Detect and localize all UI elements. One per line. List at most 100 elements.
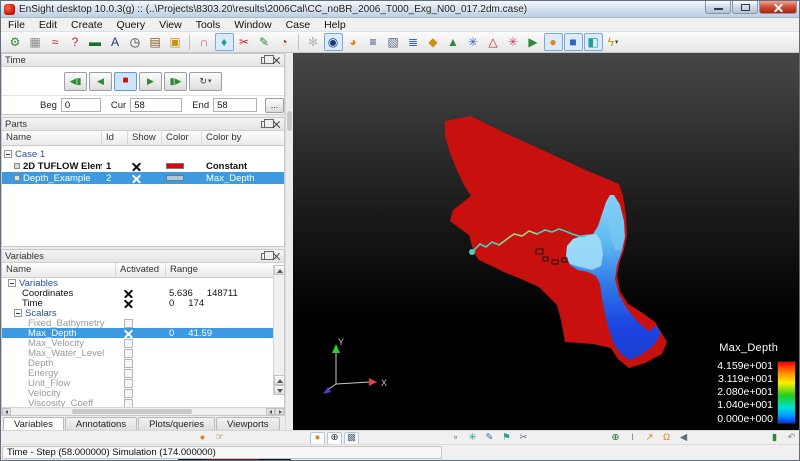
part-color-swatch[interactable] [166,163,184,169]
viewport-screen-icon[interactable]: ▬ [86,33,105,51]
horizontal-scrollbar[interactable] [2,407,284,415]
toolbox-icon[interactable]: ▣ [166,33,185,51]
step-to-begin-button[interactable]: ◀▮ [64,72,87,91]
clip-plane-icon[interactable]: ▧ [384,33,403,51]
variable-row-velocity[interactable]: Velocity [2,388,284,398]
view-eye-icon[interactable]: ◉ [324,33,343,51]
splitter-handle[interactable] [287,111,292,131]
stopwatch-icon[interactable]: ◔ [275,33,294,51]
flag-tool-icon[interactable]: ⚑ [499,432,514,445]
time-browse-button[interactable]: ... [265,98,284,113]
menu-help[interactable]: Help [317,18,353,32]
collapse-icon[interactable] [8,279,16,287]
scroll-down-button[interactable] [274,385,285,395]
close-panel-icon[interactable] [273,121,280,128]
col-color-by[interactable]: Color by [202,131,284,145]
variable-row-energy[interactable]: Energy [2,368,284,378]
part-color-swatch[interactable] [166,175,184,181]
tab-plots-queries[interactable]: Plots/queries [138,417,215,431]
activated-check-icon[interactable] [124,289,133,298]
render-viewport[interactable]: Y X Max_Depth 4.159e+001 3.119e+001 2.08… [293,53,800,430]
variables-panel-header[interactable]: Variables [2,250,284,263]
float-panel-icon[interactable] [261,121,269,128]
sphere-tool-icon[interactable]: ● [544,33,563,51]
splat-tool-icon[interactable]: ✳ [465,432,480,445]
menu-case[interactable]: Case [279,18,318,32]
paint-bucket-icon[interactable]: ◧ [584,33,603,51]
maximize-button[interactable] [732,1,758,14]
trace-pencil-icon[interactable]: ✎ [255,33,274,51]
float-panel-icon[interactable] [261,57,269,64]
activated-check-icon[interactable] [124,329,133,338]
probe-icon[interactable]: ∩ [195,33,214,51]
clip-scissors-icon[interactable]: ✂ [235,33,254,51]
time-panel-header[interactable]: Time [2,54,284,67]
variable-row-max-depth[interactable]: Max_Depth 041.59 [2,328,284,338]
tensor-glyphs-icon[interactable]: ✳ [504,33,523,51]
color-wheel-icon[interactable]: ◕ [344,33,363,51]
green-toggle-icon[interactable]: ▮ [767,432,782,445]
frame-transform-icon[interactable]: ▩ [344,432,359,445]
close-panel-icon[interactable] [273,57,280,64]
back-tool-icon[interactable]: ◀ [676,432,691,445]
activated-checkbox[interactable] [124,339,133,348]
variable-row-time[interactable]: Time 0174 [2,298,284,308]
variable-row-fixed-bathymetry[interactable]: Fixed_Bathymetry [2,318,284,328]
scroll-up-button[interactable] [274,375,285,385]
col-name[interactable]: Name [2,131,102,145]
zoom-tool-icon[interactable]: ⊕ [608,432,623,445]
col-range[interactable]: Range [166,263,284,277]
dock-splitter[interactable] [285,53,293,430]
step-forward-button[interactable]: ▶ [139,72,162,91]
menu-create[interactable]: Create [64,18,110,32]
scroll-left-button[interactable] [2,408,11,415]
activated-checkbox[interactable] [124,349,133,358]
end-input[interactable] [213,98,257,112]
menu-edit[interactable]: Edit [32,18,64,32]
variable-row-max-water-level[interactable]: Max_Water_Level [2,348,284,358]
cut-tool-icon[interactable]: ✂ [516,432,531,445]
menu-file[interactable]: File [1,18,32,32]
part-row-tuflow[interactable]: 2D TUFLOW Elements 1 Constant [2,160,284,172]
activated-checkbox[interactable] [124,389,133,398]
isosurface-icon[interactable]: ▲ [444,33,463,51]
activated-checkbox[interactable] [124,379,133,388]
tab-annotations[interactable]: Annotations [65,417,137,431]
show-check-icon[interactable] [132,162,141,171]
subset-parts-icon[interactable]: ◆ [424,33,443,51]
activated-checkbox[interactable] [124,359,133,368]
solution-time-clock-icon[interactable]: ◷ [126,33,145,51]
iso-layers-icon[interactable]: ≣ [404,33,423,51]
preferences-gears-icon[interactable]: ⚙ [6,33,25,51]
omega-tool-icon[interactable]: Ω [659,432,674,445]
menu-view[interactable]: View [152,18,189,32]
activated-checkbox[interactable] [124,369,133,378]
parts-panel-header[interactable]: Parts [2,118,284,131]
tab-viewports[interactable]: Viewports [216,417,280,431]
particle-trace-icon[interactable]: ✳ [464,33,483,51]
beg-input[interactable] [61,98,101,112]
tab-variables[interactable]: Variables [3,417,64,431]
variables-group-row[interactable]: Variables [2,278,284,288]
box-tool-icon[interactable]: ■ [564,33,583,51]
step-to-end-button[interactable]: ▮▶ [164,72,187,91]
calculator-icon[interactable]: ▦ [26,33,45,51]
color-legend[interactable]: Max_Depth 4.159e+001 3.119e+001 2.080e+0… [717,342,796,424]
elevated-surface-icon[interactable]: ▶ [524,33,543,51]
col-name[interactable]: Name [2,263,116,277]
perspective-sphere-icon[interactable]: ● [310,432,325,445]
variable-row-unit-flow[interactable]: Unit_Flow [2,378,284,388]
menu-tools[interactable]: Tools [189,18,228,32]
select-region-icon[interactable]: ▫ [448,432,463,445]
part-row-depth-example[interactable]: Depth_Example 2 Max_Depth [2,172,284,184]
case-group-row[interactable]: Case 1 [2,148,284,160]
scroll-left-button[interactable] [266,408,275,415]
col-show[interactable]: Show [128,131,162,145]
cursor-tool-icon[interactable]: I [625,432,640,445]
interactive-query-icon[interactable]: ? [66,33,85,51]
link-tool-icon[interactable]: ↗ [642,432,657,445]
title-bar[interactable]: EnSight desktop 10.0.3(g) :: (..\Project… [1,1,799,18]
contours-icon[interactable]: ≡ [364,33,383,51]
mesh-snowflake-icon[interactable]: ✻ [304,33,323,51]
stop-button[interactable]: ■ [114,72,137,91]
